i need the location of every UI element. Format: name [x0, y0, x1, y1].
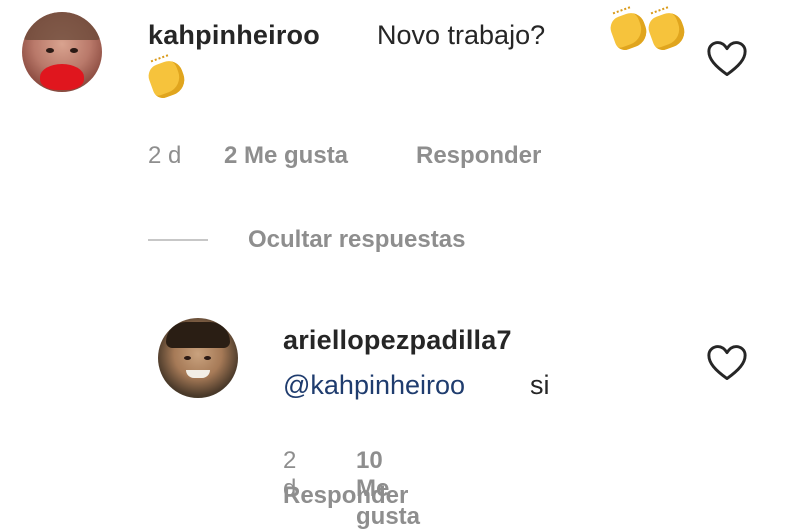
avatar-smile [186, 370, 210, 378]
comment-likes-button[interactable]: 2 Me gusta [224, 142, 348, 170]
comment: kahpinheiroo Novo trabajo? 2 d 2 Me gust… [0, 0, 800, 200]
avatar-eye [70, 48, 78, 53]
clapping-hands-icon [645, 9, 689, 54]
comment-time: 2 d [148, 142, 182, 169]
hide-replies-button[interactable]: Ocultar respuestas [248, 226, 465, 254]
avatar-eye [204, 356, 211, 360]
avatar-hair [22, 12, 102, 40]
reply-text: si [530, 370, 550, 400]
comment-reply-button[interactable]: Responder [416, 142, 541, 170]
replies-divider-line [148, 239, 208, 241]
comment-username[interactable]: kahpinheiroo [148, 20, 320, 51]
clapping-hands-icon [145, 57, 189, 102]
heart-icon[interactable] [706, 40, 748, 78]
avatar-hair [166, 322, 230, 348]
reply-username[interactable]: ariellopezpadilla7 [283, 325, 512, 356]
heart-icon[interactable] [706, 344, 748, 382]
avatar[interactable] [158, 318, 238, 398]
comment-text: Novo trabajo? [377, 20, 546, 50]
avatar-red-mask [40, 64, 84, 90]
avatar[interactable] [22, 12, 102, 92]
clapping-hands-icon [607, 9, 651, 54]
reply-mention-link[interactable]: @kahpinheiroo [283, 370, 465, 401]
avatar-eye [46, 48, 54, 53]
reply-reply-button[interactable]: Responder [283, 482, 408, 510]
avatar-eye [184, 356, 191, 360]
